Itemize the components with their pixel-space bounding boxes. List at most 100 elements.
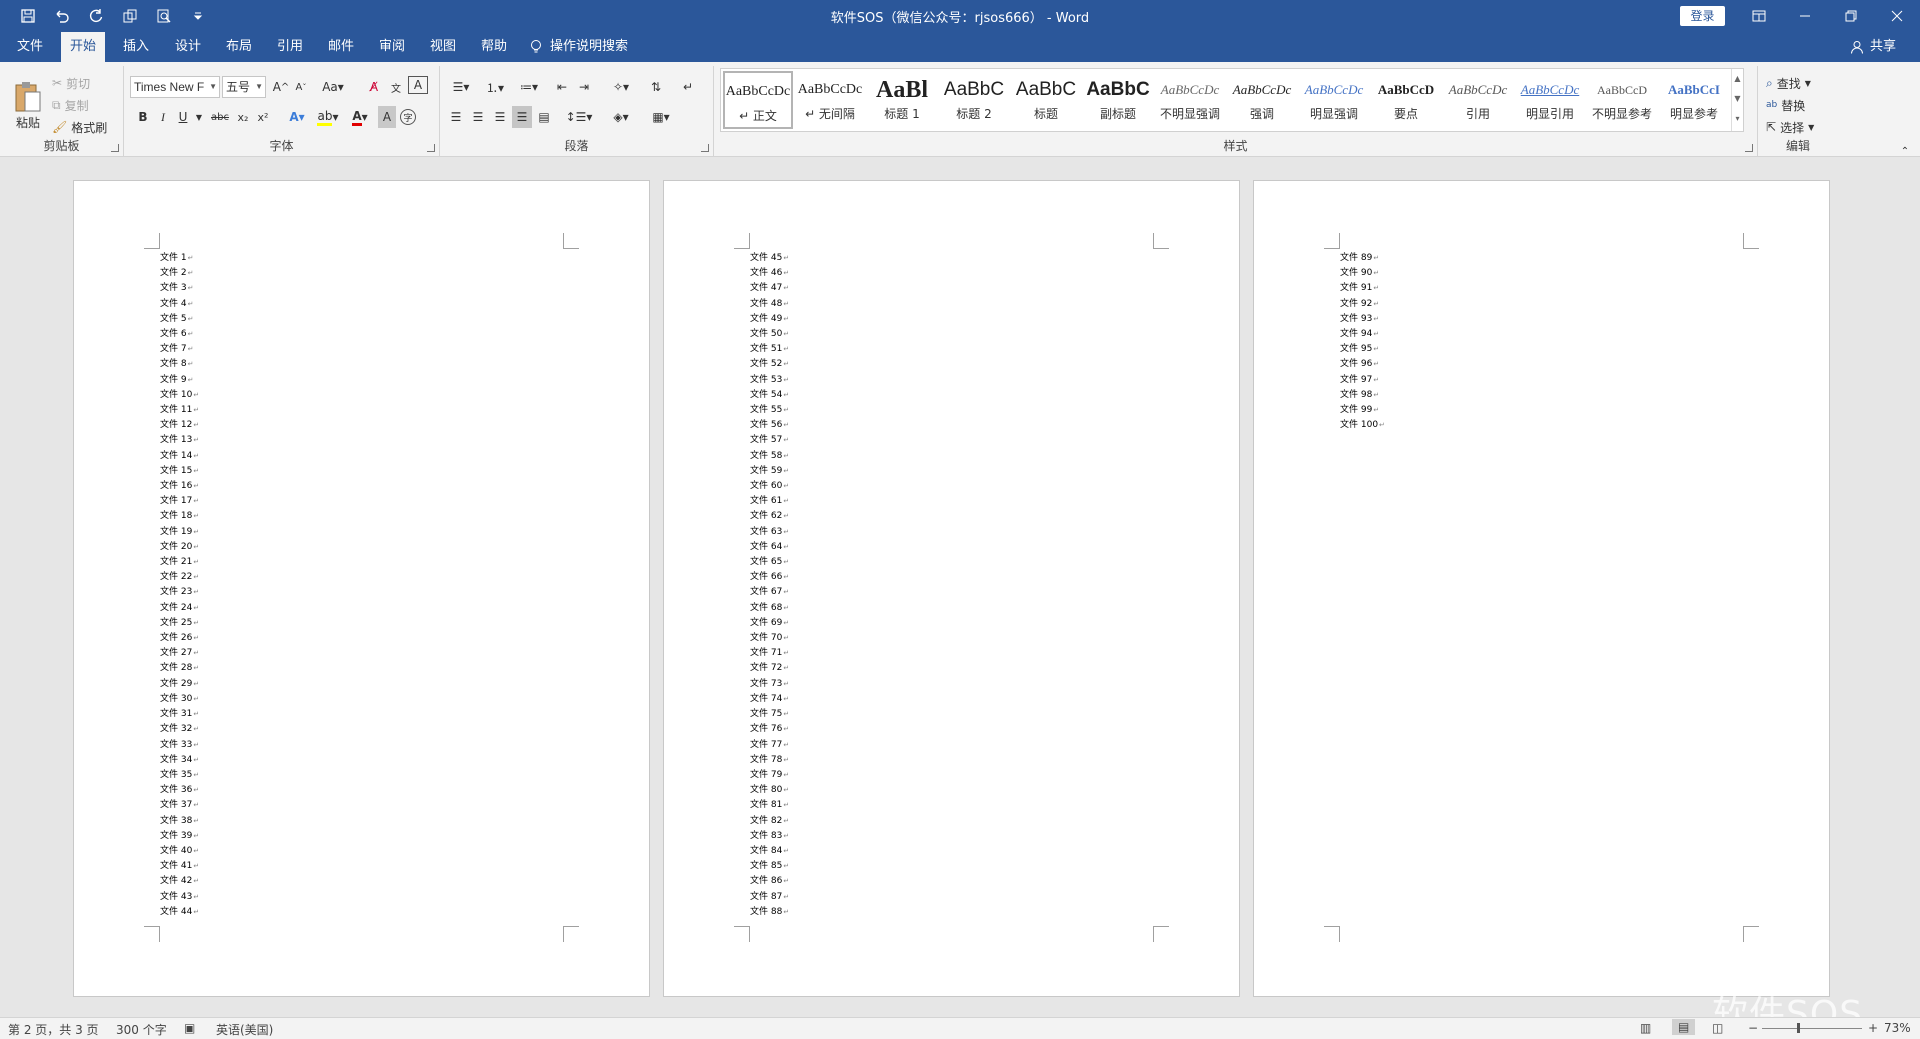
multilevel-list-icon[interactable]: ≔▾ [514, 76, 544, 98]
paragraph-line[interactable]: 文件 94 [1340, 327, 1385, 342]
paragraph-line[interactable]: 文件 46 [750, 266, 789, 281]
page-text[interactable]: 文件 1文件 2文件 3文件 4文件 5文件 6文件 7文件 8文件 9文件 1… [160, 251, 199, 920]
format-painter-button[interactable]: 🖌 格式刷 [52, 116, 118, 138]
paragraph-line[interactable]: 文件 35 [160, 768, 199, 783]
page-1[interactable]: 文件 1文件 2文件 3文件 4文件 5文件 6文件 7文件 8文件 9文件 1… [73, 180, 650, 997]
style-heading-1[interactable]: AaBl 标题 1 [867, 71, 937, 129]
shading-icon[interactable]: ◈▾ [606, 106, 636, 128]
zoom-in-icon[interactable]: + [1868, 1021, 1878, 1035]
style-quote[interactable]: AaBbCcDc 引用 [1443, 71, 1513, 129]
zoom-slider-thumb[interactable] [1797, 1023, 1800, 1033]
select-button[interactable]: ⇱ 选择 ▼ [1766, 116, 1832, 138]
paragraph-line[interactable]: 文件 87 [750, 890, 789, 905]
paragraph-line[interactable]: 文件 4 [160, 297, 199, 312]
paragraph-line[interactable]: 文件 57 [750, 433, 789, 448]
paragraph-line[interactable]: 文件 56 [750, 418, 789, 433]
paragraph-line[interactable]: 文件 45 [750, 251, 789, 266]
enclose-char-icon[interactable]: 字 [400, 109, 416, 125]
paragraph-line[interactable]: 文件 62 [750, 509, 789, 524]
paragraph-line[interactable]: 文件 44 [160, 905, 199, 920]
paragraph-line[interactable]: 文件 30 [160, 692, 199, 707]
superscript-button[interactable]: x² [254, 106, 272, 128]
paragraph-line[interactable]: 文件 68 [750, 601, 789, 616]
language[interactable]: 英语(美国) [216, 1021, 273, 1038]
paragraph-line[interactable]: 文件 6 [160, 327, 199, 342]
style-heading-2[interactable]: AaBbC 标题 2 [939, 71, 1009, 129]
paragraph-line[interactable]: 文件 50 [750, 327, 789, 342]
sort-icon[interactable]: ⇅ [646, 76, 666, 98]
paragraph-line[interactable]: 文件 84 [750, 844, 789, 859]
paragraph-launcher-icon[interactable] [701, 144, 709, 152]
borders-icon[interactable]: ▦▾ [646, 106, 676, 128]
tab-insert[interactable]: 插入 [114, 32, 158, 62]
phonetic-guide-icon[interactable]: 文 [386, 76, 406, 98]
zoom-out-icon[interactable]: − [1748, 1021, 1758, 1035]
numbering-icon[interactable]: ⒈▾ [480, 76, 510, 98]
tell-me-search[interactable]: 操作说明搜索 [530, 32, 628, 62]
paragraph-line[interactable]: 文件 14 [160, 449, 199, 464]
strikethrough-button[interactable]: abc [208, 106, 232, 128]
paragraph-line[interactable]: 文件 3 [160, 281, 199, 296]
paragraph-line[interactable]: 文件 8 [160, 357, 199, 372]
distribute-icon[interactable]: ▤ [534, 106, 554, 128]
style-intense-emphasis[interactable]: AaBbCcDc 明显强调 [1299, 71, 1369, 129]
paragraph-line[interactable]: 文件 54 [750, 388, 789, 403]
align-right-icon[interactable]: ☰ [490, 106, 510, 128]
tab-help[interactable]: 帮助 [472, 32, 516, 62]
paragraph-line[interactable]: 文件 49 [750, 312, 789, 327]
paragraph-line[interactable]: 文件 42 [160, 874, 199, 889]
paragraph-line[interactable]: 文件 70 [750, 631, 789, 646]
paragraph-line[interactable]: 文件 58 [750, 449, 789, 464]
align-center-icon[interactable]: ☰ [468, 106, 488, 128]
paragraph-line[interactable]: 文件 61 [750, 494, 789, 509]
paragraph-line[interactable]: 文件 99 [1340, 403, 1385, 418]
increase-indent-icon[interactable]: ⇥ [574, 76, 594, 98]
clear-format-icon[interactable]: A̸ [364, 76, 384, 98]
paragraph-line[interactable]: 文件 51 [750, 342, 789, 357]
tab-view[interactable]: 视图 [421, 32, 465, 62]
paragraph-line[interactable]: 文件 12 [160, 418, 199, 433]
style-subtle-reference[interactable]: AaBbCcD 不明显参考 [1587, 71, 1657, 129]
page-info[interactable]: 第 2 页，共 3 页 [8, 1021, 99, 1038]
paragraph-line[interactable]: 文件 19 [160, 525, 199, 540]
show-marks-icon[interactable]: ↵ [678, 76, 698, 98]
change-case-button[interactable]: Aa ▾ [318, 76, 348, 98]
char-shading-icon[interactable]: A [378, 106, 396, 128]
paragraph-line[interactable]: 文件 22 [160, 570, 199, 585]
paragraph-line[interactable]: 文件 88 [750, 905, 789, 920]
chevron-down-icon[interactable]: ▼ [194, 106, 204, 128]
share-button[interactable]: 共享 [1850, 32, 1896, 62]
paragraph-line[interactable]: 文件 65 [750, 555, 789, 570]
paragraph-line[interactable]: 文件 92 [1340, 297, 1385, 312]
paragraph-line[interactable]: 文件 17 [160, 494, 199, 509]
highlight-icon[interactable]: ab ▾ [314, 106, 342, 128]
paragraph-line[interactable]: 文件 76 [750, 722, 789, 737]
style-title[interactable]: AaBbC 标题 [1011, 71, 1081, 129]
style-intense-reference[interactable]: AaBbCcI 明显参考 [1659, 71, 1729, 129]
font-size-combo[interactable]: 五号 ▼ [222, 76, 266, 98]
close-icon[interactable] [1874, 0, 1920, 32]
paragraph-line[interactable]: 文件 34 [160, 753, 199, 768]
paragraph-line[interactable]: 文件 38 [160, 814, 199, 829]
align-left-icon[interactable]: ☰ [446, 106, 466, 128]
paragraph-line[interactable]: 文件 79 [750, 768, 789, 783]
zoom-level[interactable]: 73% [1884, 1021, 1911, 1035]
char-border-icon[interactable]: A [408, 76, 428, 94]
paragraph-line[interactable]: 文件 53 [750, 373, 789, 388]
paragraph-line[interactable]: 文件 82 [750, 814, 789, 829]
clipboard-launcher-icon[interactable] [111, 144, 119, 152]
page-text[interactable]: 文件 89文件 90文件 91文件 92文件 93文件 94文件 95文件 96… [1340, 251, 1385, 433]
paragraph-line[interactable]: 文件 73 [750, 677, 789, 692]
grow-font-icon[interactable]: A ^ [272, 76, 290, 98]
paragraph-line[interactable]: 文件 81 [750, 798, 789, 813]
subscript-button[interactable]: x₂ [234, 106, 252, 128]
paragraph-line[interactable]: 文件 31 [160, 707, 199, 722]
page-3[interactable]: 文件 89文件 90文件 91文件 92文件 93文件 94文件 95文件 96… [1253, 180, 1830, 997]
bold-button[interactable]: B [134, 106, 152, 128]
print-layout-icon[interactable]: ▤ [1672, 1019, 1696, 1035]
paragraph-line[interactable]: 文件 89 [1340, 251, 1385, 266]
paragraph-line[interactable]: 文件 100 [1340, 418, 1385, 433]
paragraph-line[interactable]: 文件 24 [160, 601, 199, 616]
minimize-icon[interactable] [1782, 0, 1828, 32]
decrease-indent-icon[interactable]: ⇤ [552, 76, 572, 98]
